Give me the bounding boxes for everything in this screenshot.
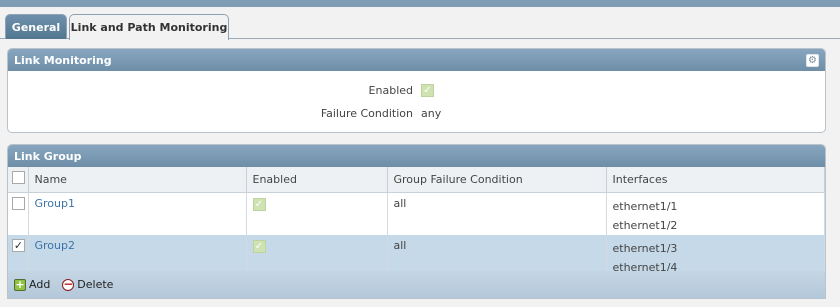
- link-group-title: Link Group: [14, 149, 82, 163]
- checkmark-icon: ✓: [252, 197, 266, 211]
- tab-bar: General Link and Path Monitoring: [0, 7, 840, 40]
- group-name-link[interactable]: Group1: [35, 197, 76, 210]
- delete-label: Delete: [77, 278, 114, 291]
- enabled-label: Enabled: [368, 83, 413, 97]
- failure-condition-row: Failure Condition any: [8, 105, 825, 121]
- interface-item: ethernet1/1: [612, 199, 678, 213]
- select-all-cell: [8, 167, 29, 193]
- plus-icon: +: [14, 277, 26, 291]
- link-monitoring-panel: Link Monitoring ⚙ Enabled ✓ Failure Cond…: [7, 48, 826, 133]
- checkmark-icon: ✓: [252, 239, 266, 253]
- row-select-cell: [8, 192, 29, 235]
- column-header-condition[interactable]: Group Failure Condition: [387, 167, 607, 193]
- table-row[interactable]: Group1 ✓ all ethernet1/1 ethernet1/2: [8, 192, 825, 235]
- link-monitoring-header: Link Monitoring ⚙: [8, 49, 825, 71]
- link-group-header: Link Group: [8, 145, 825, 167]
- interface-item: ethernet1/2: [612, 218, 678, 232]
- enabled-checkbox[interactable]: ✓: [421, 83, 434, 97]
- column-header-name[interactable]: Name: [28, 167, 247, 193]
- select-all-checkbox[interactable]: [12, 171, 25, 185]
- interfaces-cell: ethernet1/1 ethernet1/2: [606, 192, 825, 235]
- condition-cell: all: [387, 192, 607, 235]
- gear-icon[interactable]: ⚙: [806, 54, 819, 67]
- row-checkbox[interactable]: [12, 196, 25, 210]
- link-group-table: Name Enabled Group Failure Condition Int…: [8, 167, 825, 277]
- table-header-row: Name Enabled Group Failure Condition Int…: [8, 167, 825, 193]
- failure-condition-value: any: [421, 106, 442, 120]
- name-cell: Group1: [28, 192, 247, 235]
- column-header-interfaces[interactable]: Interfaces: [606, 167, 825, 193]
- column-header-enabled[interactable]: Enabled: [246, 167, 388, 193]
- add-button[interactable]: + Add: [14, 278, 50, 291]
- enabled-row: Enabled ✓: [8, 82, 825, 98]
- interface-item: ethernet1/3: [612, 241, 678, 255]
- tab-link-and-path-monitoring[interactable]: Link and Path Monitoring: [69, 14, 229, 40]
- failure-condition-label: Failure Condition: [320, 106, 413, 120]
- top-bar: [0, 0, 840, 7]
- table-footer: + Add − Delete: [8, 271, 825, 298]
- group-name-link[interactable]: Group2: [35, 239, 76, 252]
- enabled-cell: ✓: [246, 192, 388, 235]
- tab-general[interactable]: General: [5, 14, 67, 39]
- row-checkbox[interactable]: ✓: [12, 238, 25, 252]
- checkmark-icon: ✓: [421, 84, 434, 97]
- link-group-panel: Link Group Name Enabled Group Failure Co…: [7, 144, 826, 299]
- link-monitoring-title: Link Monitoring: [14, 53, 112, 67]
- add-label: Add: [29, 278, 51, 291]
- minus-icon: −: [62, 276, 75, 291]
- delete-button[interactable]: − Delete: [62, 278, 113, 291]
